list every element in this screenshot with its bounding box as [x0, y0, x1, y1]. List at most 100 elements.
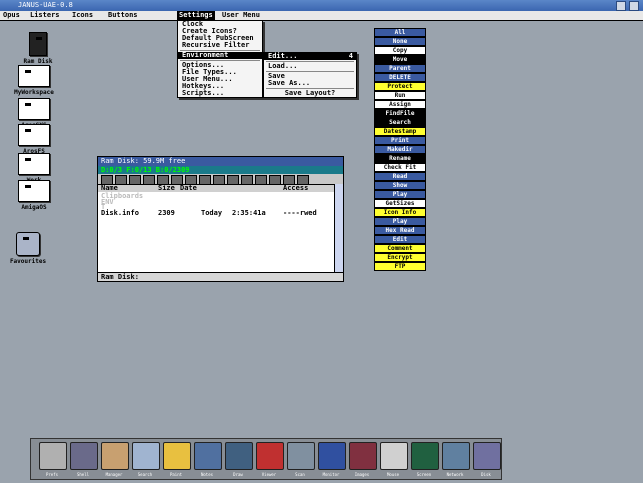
tool-icon[interactable] [143, 175, 155, 185]
dock-monitor-icon[interactable] [318, 442, 346, 470]
bank-button-datestamp[interactable]: Datestamp [374, 127, 426, 136]
disk-drive-image [18, 180, 50, 202]
menu-item-load[interactable]: Load... [264, 63, 356, 70]
menu-icons[interactable]: Icons [72, 11, 93, 20]
dock-label: Prefs [45, 472, 59, 477]
file-date: Today [201, 209, 223, 217]
dock-screen-icon[interactable] [411, 442, 439, 470]
bank-button-rename[interactable]: Rename [374, 154, 426, 163]
menu-item-scripts[interactable]: Scripts... [178, 90, 262, 97]
disk-drive-image [18, 98, 50, 120]
menu-item-save-layout[interactable]: Save Layout? [264, 90, 356, 97]
dock-viewer-icon[interactable] [256, 442, 284, 470]
tool-icon[interactable] [269, 175, 281, 185]
ram-disk-icon[interactable]: Ram Disk [14, 32, 62, 65]
dock-paint-icon[interactable] [163, 442, 191, 470]
bank-button-icon-info[interactable]: Icon Info [374, 208, 426, 217]
dock-manager-icon[interactable] [101, 442, 129, 470]
tool-icon[interactable] [199, 175, 211, 185]
myworkspace-icon[interactable]: MyWorkspace [10, 65, 58, 96]
lister-path-field[interactable]: Ram Disk: [98, 272, 343, 281]
bank-button-delete[interactable]: DELETE [374, 73, 426, 82]
maximize-button[interactable] [629, 1, 639, 11]
dock-network-icon[interactable] [442, 442, 470, 470]
ram-disk-image [29, 32, 47, 56]
menu-item-recursive-filter[interactable]: Recursive Filter [178, 42, 262, 49]
bank-button-findfile[interactable]: FindFile [374, 109, 426, 118]
dock-images-icon[interactable] [349, 442, 377, 470]
dock-prefs-icon[interactable] [39, 442, 67, 470]
menu-item-save-as[interactable]: Save As... [264, 80, 356, 87]
menu-item-edit-label: Edit... [268, 52, 298, 60]
bank-button-comment[interactable]: Comment [374, 244, 426, 253]
lister-titlebar[interactable]: Ram Disk: 59.9M free [98, 157, 343, 166]
lister-scrollbar[interactable] [334, 184, 343, 272]
file-time: 2:35:41a [232, 209, 266, 217]
dock-scan-icon[interactable] [287, 442, 315, 470]
minimize-button[interactable] [616, 1, 626, 11]
lister-status: D:0/3 F:0/13 B:0/2309 [98, 166, 343, 174]
bank-button-show[interactable]: Show [374, 181, 426, 190]
lister-path: Ram Disk: [101, 273, 139, 281]
menu-opus[interactable]: Opus [3, 11, 20, 20]
bank-button-encrypt[interactable]: Encrypt [374, 253, 426, 262]
dock-disk-icon[interactable] [473, 442, 501, 470]
col-access[interactable]: Access [283, 185, 308, 192]
bank-button-protect[interactable]: Protect [374, 82, 426, 91]
menu-item-environment[interactable]: Environment [178, 52, 262, 59]
host-titlebar: JANUS-UAE-0.8 [0, 0, 643, 11]
bank-button-run[interactable]: Run [374, 91, 426, 100]
tool-icon[interactable] [255, 175, 267, 185]
bank-button-makedir[interactable]: Makedir [374, 145, 426, 154]
bank-button-none[interactable]: None [374, 37, 426, 46]
arosfs-icon[interactable]: ArosFS [10, 124, 58, 155]
list-item[interactable]: Disk.info 2309 Today 2:35:41a ----rwed [98, 209, 343, 217]
file-size: 2309 [158, 209, 175, 217]
col-name[interactable]: Name [101, 185, 118, 192]
bank-button-move[interactable]: Move [374, 55, 426, 64]
dock-shell-icon[interactable] [70, 442, 98, 470]
bank-button-check-fit[interactable]: Check Fit [374, 163, 426, 172]
menu-settings[interactable]: Settings [177, 11, 215, 20]
dock-label: Search [137, 472, 153, 477]
menu-user-menu[interactable]: User Menu [222, 11, 260, 20]
bank-button-all[interactable]: All [374, 28, 426, 37]
tool-icon[interactable] [129, 175, 141, 185]
bank-button-play[interactable]: Play [374, 190, 426, 199]
desktop-icon-label: MyWorkspace [14, 89, 54, 96]
list-item[interactable]: Clipboards [98, 192, 343, 200]
menu-listers[interactable]: Listers [30, 11, 60, 20]
bank-button-assign[interactable]: Assign [374, 100, 426, 109]
bank-button-getsizes[interactable]: GetSizes [374, 199, 426, 208]
tool-icon[interactable] [241, 175, 253, 185]
tool-icon[interactable] [227, 175, 239, 185]
menu-buttons[interactable]: Buttons [108, 11, 138, 20]
bank-button-play[interactable]: Play [374, 217, 426, 226]
bank-button-parent[interactable]: Parent [374, 64, 426, 73]
dock-label: Viewer [261, 472, 277, 477]
tool-icon[interactable] [213, 175, 225, 185]
bank-button-hex-read[interactable]: Hex Read [374, 226, 426, 235]
dock-label: Draw [233, 472, 243, 477]
dock-notes-icon[interactable] [194, 442, 222, 470]
bank-button-print[interactable]: Print [374, 136, 426, 145]
col-size[interactable]: Size [158, 185, 175, 192]
lister-window[interactable]: Ram Disk: 59.9M free D:0/3 F:0/13 B:0/23… [97, 156, 344, 282]
dock-label: Screen [416, 472, 432, 477]
bank-button-copy[interactable]: Copy [374, 46, 426, 55]
bank-button-search[interactable]: Search [374, 118, 426, 127]
bank-button-read[interactable]: Read [374, 172, 426, 181]
window-title: JANUS-UAE-0.8 [18, 1, 73, 9]
bank-button-ftp[interactable]: FTP [374, 262, 426, 271]
dock-search-icon[interactable] [132, 442, 160, 470]
dock-draw-icon[interactable] [225, 442, 253, 470]
favourites-icon[interactable]: Favourites [2, 232, 54, 265]
environment-submenu: Edit... 4 Load... Save Save As... Save L… [263, 52, 357, 98]
bank-button-edit[interactable]: Edit [374, 235, 426, 244]
dock-label: Disk [481, 472, 491, 477]
workbench-menubar: Opus Listers Icons Buttons Settings User… [0, 11, 643, 21]
menu-item-edit[interactable]: Edit... 4 [264, 53, 356, 60]
col-date[interactable]: Date [180, 185, 197, 192]
dock-mouse-icon[interactable] [380, 442, 408, 470]
amigaos-icon[interactable]: AmigaOS [10, 180, 58, 211]
